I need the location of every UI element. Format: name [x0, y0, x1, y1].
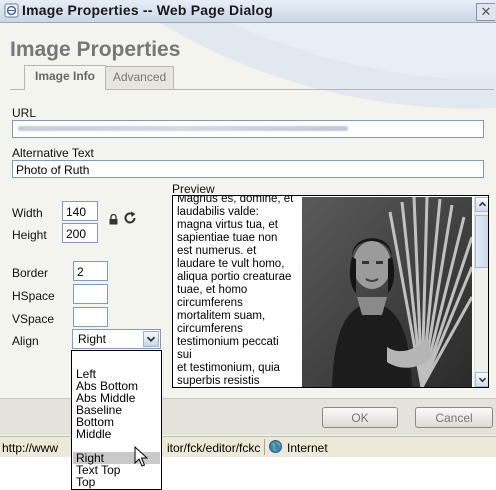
align-option-top[interactable]: Top [76, 476, 95, 488]
vspace-field[interactable] [73, 307, 108, 327]
hspace-label: HSpace [12, 289, 55, 303]
close-icon[interactable]: ✕ [476, 3, 495, 21]
mouse-cursor-icon [134, 446, 148, 467]
url-value-redacted [18, 126, 348, 131]
width-label: Width [12, 206, 43, 220]
height-field[interactable]: 200 [62, 223, 98, 243]
preview-label: Preview [172, 182, 215, 196]
align-option-middle[interactable]: Middle [76, 428, 111, 440]
scroll-down-icon[interactable] [475, 372, 489, 387]
globe-icon [269, 440, 282, 453]
scrollbar-thumb[interactable] [475, 215, 488, 268]
security-zone-label: Internet [287, 441, 328, 455]
url-label: URL [12, 106, 37, 120]
align-select[interactable]: Right [72, 329, 161, 349]
scroll-up-icon[interactable] [475, 197, 489, 212]
reset-size-icon[interactable] [123, 211, 137, 225]
align-dropdown-list[interactable]: Left Abs Bottom Abs Middle Baseline Bott… [71, 350, 162, 490]
status-divider [264, 439, 265, 455]
alt-text-field[interactable]: Photo of Ruth [12, 160, 484, 178]
cancel-button[interactable]: Cancel [415, 407, 493, 428]
preview-pane: Magnus es, domine, et laudabilis valde: … [172, 195, 489, 388]
page-icon [4, 3, 19, 18]
width-field[interactable]: 140 [62, 201, 98, 221]
ok-button[interactable]: OK [322, 407, 398, 428]
dropdown-arrow-icon[interactable] [143, 331, 159, 347]
tab-image-info[interactable]: Image Info [24, 65, 106, 90]
lock-icon[interactable] [109, 214, 118, 225]
dialog-heading: Image Properties [10, 38, 181, 61]
hspace-field[interactable] [73, 284, 108, 304]
height-label: Height [12, 228, 47, 242]
preview-text: Magnus es, domine, et laudabilis valde: … [177, 195, 294, 387]
align-selected-value: Right [78, 332, 107, 346]
alt-text-label: Alternative Text [12, 146, 94, 160]
vspace-label: VSpace [12, 312, 55, 326]
tab-advanced[interactable]: Advanced [105, 66, 174, 89]
preview-scrollbar[interactable] [474, 197, 489, 387]
border-label: Border [12, 266, 49, 280]
preview-photo [302, 197, 472, 387]
status-url-end: itor/fck/editor/fckc [167, 441, 261, 455]
align-label: Align [12, 334, 39, 348]
border-field[interactable]: 2 [73, 261, 108, 281]
window-title: Image Properties -- Web Page Dialog [22, 2, 274, 18]
